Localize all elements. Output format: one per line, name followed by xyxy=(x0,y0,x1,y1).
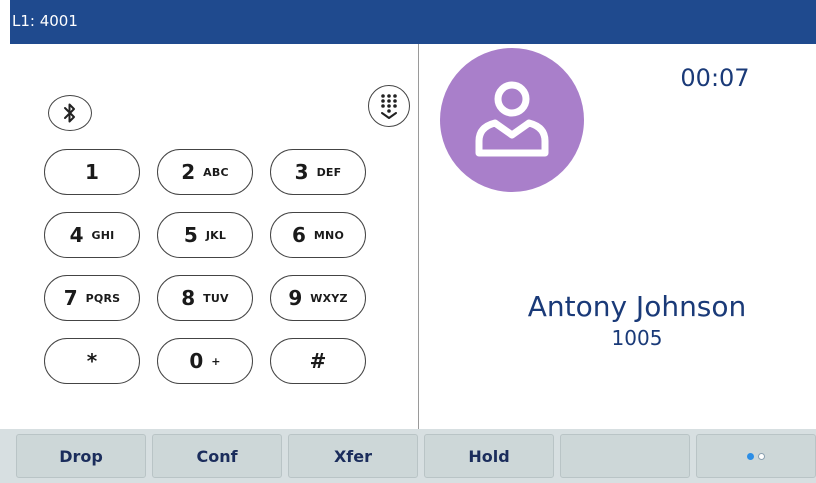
caller-name: Antony Johnson xyxy=(527,290,747,323)
key-digit: # xyxy=(309,349,327,373)
panel-divider xyxy=(418,44,419,429)
transfer-button[interactable]: Xfer xyxy=(288,434,418,478)
dialpad-key[interactable]: 7 PQRS xyxy=(44,275,140,321)
conference-button[interactable]: Conf xyxy=(152,434,282,478)
more-softkeys-button[interactable] xyxy=(696,434,816,478)
softkey-label: Hold xyxy=(468,446,510,466)
keypad-collapse-button[interactable] xyxy=(368,85,410,127)
key-digit: 9 xyxy=(288,286,303,310)
softkey-label: Xfer xyxy=(333,446,373,466)
softkey-label: Conf xyxy=(196,446,238,466)
hold-button[interactable]: Hold xyxy=(424,434,554,478)
key-letters: MNO xyxy=(313,228,345,242)
key-digit: 2 xyxy=(181,160,196,184)
key-digit: * xyxy=(86,349,98,373)
dialpad-key[interactable]: 3 DEF xyxy=(270,149,366,195)
key-letters: PQRS xyxy=(85,291,121,305)
key-digit: 0 xyxy=(189,349,204,373)
drop-button[interactable]: Drop xyxy=(16,434,146,478)
dialpad-key[interactable]: 0 + xyxy=(157,338,253,384)
line-label: L1: 4001 xyxy=(12,12,78,30)
key-letters: JKL xyxy=(205,228,227,242)
keypad-collapse-icon xyxy=(381,94,397,119)
person-icon xyxy=(475,81,549,157)
key-digit: 1 xyxy=(85,160,99,184)
key-letters: DEF xyxy=(316,165,342,179)
key-digit: 7 xyxy=(63,286,78,310)
key-letters: GHI xyxy=(91,228,115,242)
call-timer: 00:07 xyxy=(680,64,750,92)
dialpad-key[interactable]: * xyxy=(44,338,140,384)
dialpad-key[interactable]: 8 TUV xyxy=(157,275,253,321)
page-dot-active xyxy=(747,452,754,460)
page-dot xyxy=(758,452,765,460)
key-digit: 6 xyxy=(291,223,306,247)
caller-avatar xyxy=(440,48,584,192)
status-bar: L1: 4001 xyxy=(10,0,816,44)
dialpad-key[interactable]: 2 ABC xyxy=(157,149,253,195)
dialpad-key[interactable]: 4 GHI xyxy=(44,212,140,258)
bluetooth-button[interactable] xyxy=(48,95,92,131)
caller-number: 1005 xyxy=(611,326,663,350)
softkey-bar: Drop Conf Xfer Hold xyxy=(0,429,816,483)
empty-softkey[interactable] xyxy=(560,434,690,478)
bluetooth-icon xyxy=(64,103,75,123)
dialpad-key[interactable]: 1 xyxy=(44,149,140,195)
key-digit: 5 xyxy=(183,223,198,247)
key-letters: TUV xyxy=(203,291,229,305)
key-letters: + xyxy=(211,354,221,368)
key-letters: WXYZ xyxy=(310,291,348,305)
page-indicator xyxy=(747,452,765,460)
key-letters: ABC xyxy=(203,165,229,179)
dialpad-key[interactable]: # xyxy=(270,338,366,384)
key-digit: 4 xyxy=(69,223,84,247)
key-digit: 3 xyxy=(294,160,309,184)
dialpad-key[interactable]: 6 MNO xyxy=(270,212,366,258)
dialpad-key[interactable]: 9 WXYZ xyxy=(270,275,366,321)
softkey-label: Drop xyxy=(59,446,103,466)
key-digit: 8 xyxy=(181,286,196,310)
dialpad-key[interactable]: 5 JKL xyxy=(157,212,253,258)
